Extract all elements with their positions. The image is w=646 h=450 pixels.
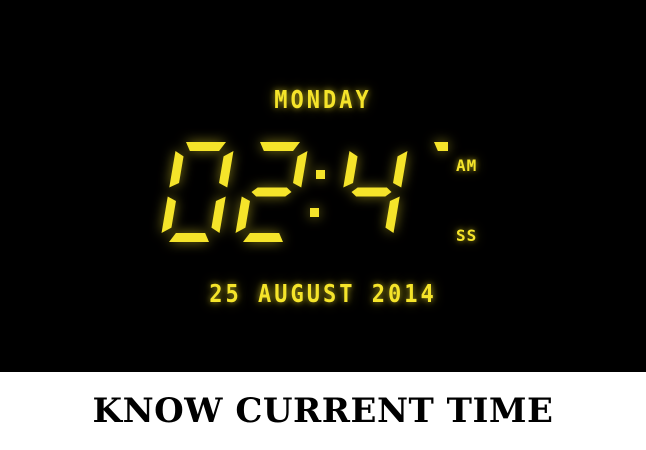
seconds-indicator: SS: [456, 226, 478, 245]
time-digit-0: [161, 142, 234, 242]
clock-display: MONDAY AM SS 25 AUGUST 2014: [0, 0, 646, 372]
caption-banner: KNOW CURRENT TIME: [92, 391, 554, 431]
time-digits: [161, 142, 448, 242]
time-colon-dot: [310, 208, 319, 217]
time-colon-dot: [316, 170, 325, 179]
time-digit-1: [235, 142, 308, 242]
am-pm-indicator: AM: [456, 156, 478, 175]
time-digit-3: [434, 142, 448, 151]
time-digit-2: [343, 151, 408, 233]
date-display: 25 AUGUST 2014: [209, 280, 437, 309]
day-of-week: MONDAY: [274, 86, 372, 115]
